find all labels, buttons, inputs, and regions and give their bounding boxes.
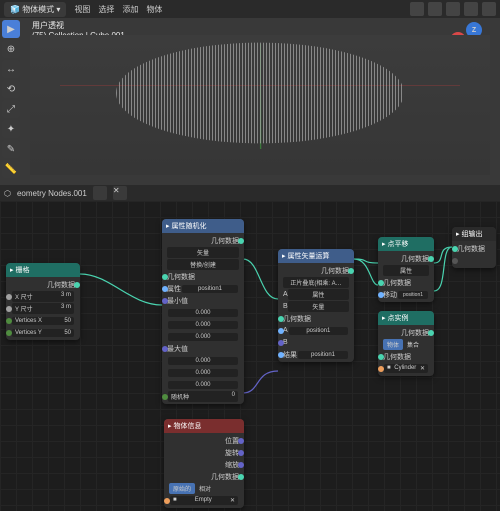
render-icon[interactable] — [482, 2, 496, 16]
transform-tool[interactable]: ✦ — [2, 120, 20, 138]
node-grid[interactable]: ▸ 栅格 几何数据 X 尺寸3 m Y 尺寸3 m Vertices X50 V… — [6, 263, 80, 340]
cursor-tool[interactable]: ⊕ — [2, 40, 20, 58]
node-title: ▸ 属性矢量运算 — [278, 249, 354, 263]
measure-tool[interactable]: 📏 — [2, 160, 20, 178]
editor-type-icon[interactable]: ⬡ — [4, 189, 11, 198]
scene-render — [30, 35, 490, 175]
vr-icon[interactable] — [410, 2, 424, 16]
node-point-instance[interactable]: ▸ 点实例 几何数据 物体集合 几何数据 ■Cylinder✕ — [378, 311, 434, 376]
rotate-tool[interactable]: ⟲ — [2, 80, 20, 98]
shading-icon[interactable] — [428, 2, 442, 16]
scale-tool[interactable]: ⤢ — [2, 100, 20, 118]
node-title: ▸ 组输出 — [452, 227, 496, 241]
close-icon[interactable]: ✕ — [113, 186, 127, 200]
node-title: ▸ 点实例 — [378, 311, 434, 325]
nodetree-name[interactable]: eometry Nodes.001 — [17, 189, 87, 198]
node-object-info[interactable]: ▸ 物体信息 位置 旋转 缩放 几何数据 原始的相对 ■Empty✕ — [164, 419, 244, 508]
viewport-3d[interactable]: 🧊 物体模式 ▾ 视图 选择 添加 物体 用户透视 (75) Collectio… — [0, 0, 500, 185]
select-tool[interactable]: ▶ — [2, 20, 20, 38]
node-group-output[interactable]: ▸ 组输出 几何数据 — [452, 227, 496, 268]
node-title: ▸ 栅格 — [6, 263, 80, 277]
node-title: ▸ 属性随机化 — [162, 219, 244, 233]
header-icons — [410, 2, 496, 16]
node-attr-vec-math[interactable]: ▸ 属性矢量运算 几何数据 正片叠底(相乘: A… A属性 B矢量 几何数据 A… — [278, 249, 354, 362]
node-editor-header: ⬡ eometry Nodes.001 ✕ — [0, 185, 500, 201]
menu-add[interactable]: 添加 — [122, 4, 138, 15]
camera-icon[interactable] — [464, 2, 478, 16]
overlay-icon[interactable] — [446, 2, 460, 16]
pin-icon[interactable] — [93, 186, 107, 200]
node-point-translate[interactable]: ▸ 点平移 几何数据 属性 几何数据 移动position1 — [378, 237, 434, 302]
node-title: ▸ 物体信息 — [164, 419, 244, 433]
menu-select[interactable]: 选择 — [98, 4, 114, 15]
viewport-header: 🧊 物体模式 ▾ 视图 选择 添加 物体 — [0, 0, 500, 18]
menu-object[interactable]: 物体 — [146, 4, 162, 15]
annotate-tool[interactable]: ✎ — [2, 140, 20, 158]
mode-dropdown[interactable]: 🧊 物体模式 ▾ — [4, 2, 66, 17]
menu-view[interactable]: 视图 — [74, 4, 90, 15]
node-attr-randomize[interactable]: ▸ 属性随机化 几何数据 矢量 替换/创建 几何数据 属性position1 最… — [162, 219, 244, 404]
node-title: ▸ 点平移 — [378, 237, 434, 251]
toolbar: ▶ ⊕ ↔ ⟲ ⤢ ✦ ✎ 📏 — [2, 20, 20, 178]
move-tool[interactable]: ↔ — [2, 60, 20, 78]
node-editor[interactable]: ⬡ eometry Nodes.001 ✕ ▸ 栅格 几何数据 X 尺寸3 m … — [0, 185, 500, 511]
